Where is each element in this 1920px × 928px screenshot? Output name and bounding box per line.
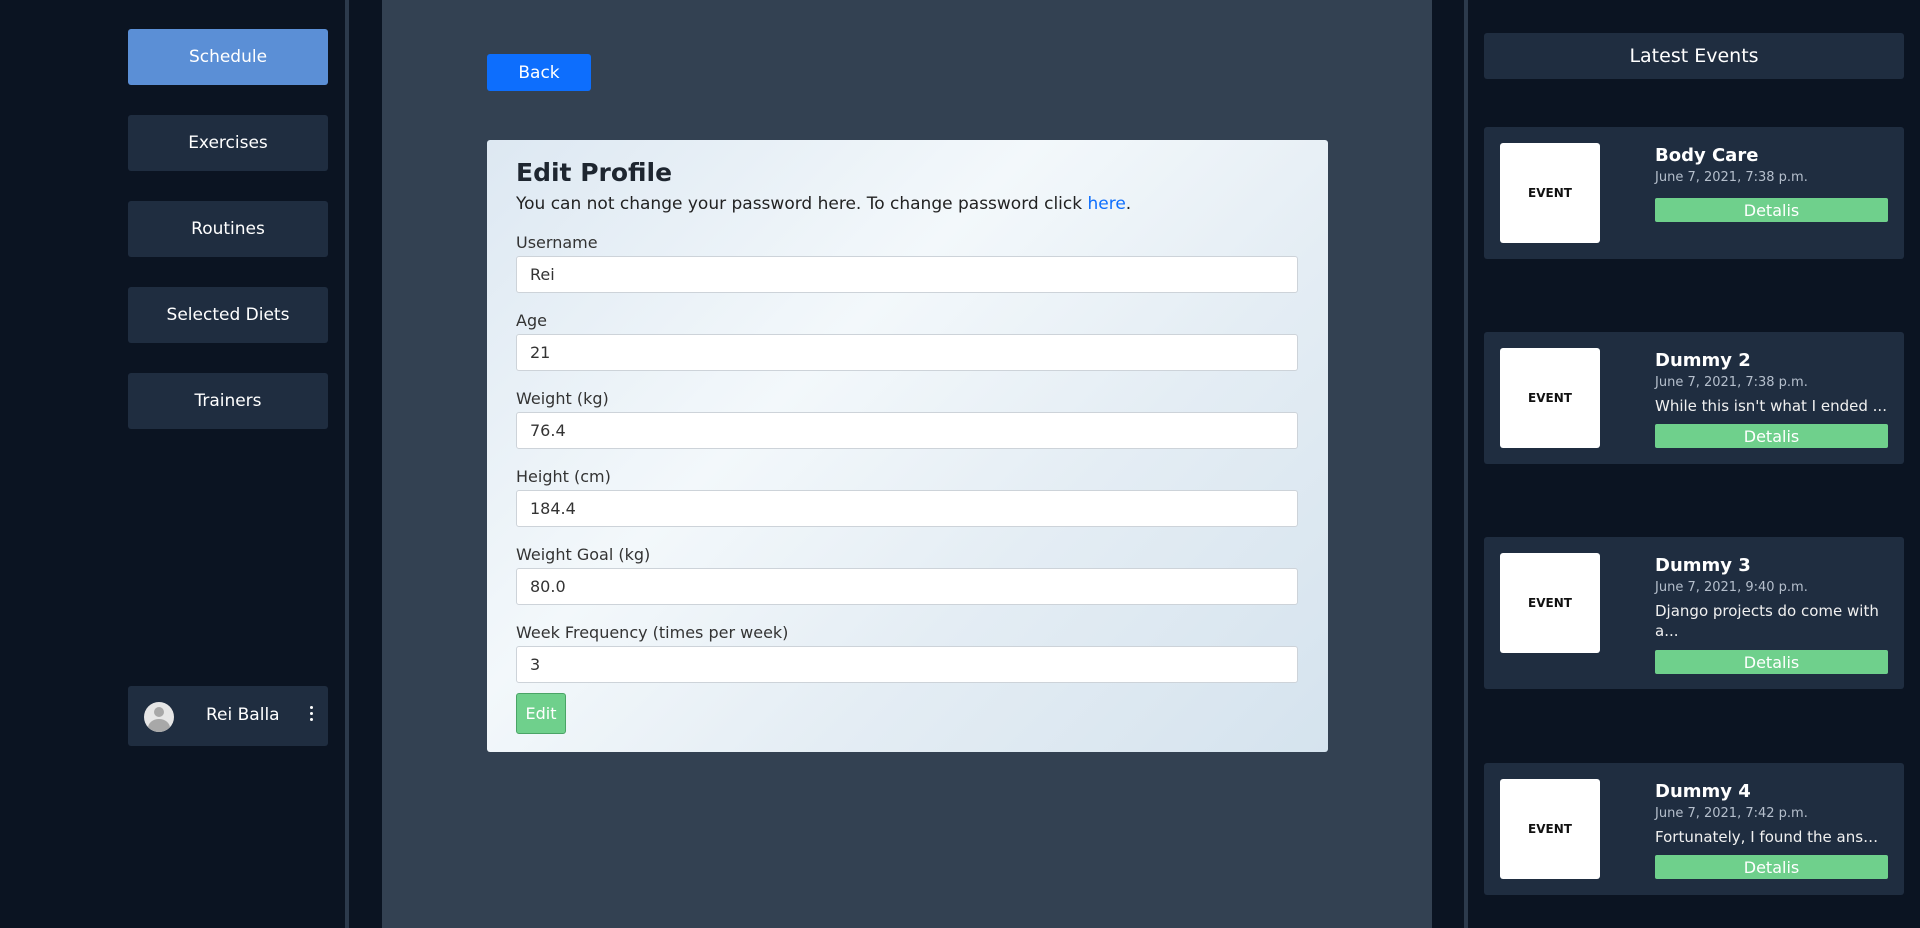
edit-profile-card: Edit Profile You can not change your pas… xyxy=(487,140,1328,752)
back-button[interactable]: Back xyxy=(487,54,591,91)
weight-goal-label: Weight Goal (kg) xyxy=(516,545,651,564)
event-details-button[interactable]: Detalis xyxy=(1655,855,1888,879)
event-description: Fortunately, I found the answe... xyxy=(1655,828,1887,846)
event-title: Dummy 3 xyxy=(1655,555,1751,576)
event-thumbnail: EVENT xyxy=(1500,553,1600,653)
height-input[interactable] xyxy=(516,490,1298,527)
password-note: You can not change your password here. T… xyxy=(516,194,1131,214)
event-description: Django projects do come with a... xyxy=(1655,602,1879,640)
weight-input[interactable] xyxy=(516,412,1298,449)
password-note-end: . xyxy=(1125,194,1132,214)
week-frequency-input[interactable] xyxy=(516,646,1298,683)
nav-schedule-button[interactable]: Schedule xyxy=(128,29,328,85)
event-date: June 7, 2021, 7:42 p.m. xyxy=(1655,806,1808,821)
event-details-button[interactable]: Detalis xyxy=(1655,198,1888,222)
user-card: Rei Balla xyxy=(128,686,328,746)
left-divider xyxy=(345,0,349,928)
event-title: Dummy 2 xyxy=(1655,350,1751,371)
username-label: Username xyxy=(516,233,598,252)
event-date: June 7, 2021, 7:38 p.m. xyxy=(1655,375,1808,390)
event-thumbnail: EVENT xyxy=(1500,143,1600,243)
left-sidebar: Schedule Exercises Routines Selected Die… xyxy=(0,0,345,928)
age-input[interactable] xyxy=(516,334,1298,371)
main-content: Back Edit Profile You can not change you… xyxy=(382,0,1432,928)
more-options-icon[interactable] xyxy=(308,706,314,726)
event-card: EVENT Dummy 4 June 7, 2021, 7:42 p.m. Fo… xyxy=(1484,763,1904,895)
user-name: Rei Balla xyxy=(206,705,280,725)
page-title: Edit Profile xyxy=(516,158,673,187)
week-frequency-label: Week Frequency (times per week) xyxy=(516,623,789,642)
event-description: While this isn't what I ended ... xyxy=(1655,397,1887,415)
event-thumbnail: EVENT xyxy=(1500,779,1600,879)
event-card: EVENT Body Care June 7, 2021, 7:38 p.m. … xyxy=(1484,127,1904,259)
nav-selected-diets-button[interactable]: Selected Diets xyxy=(128,287,328,343)
event-card: EVENT Dummy 2 June 7, 2021, 7:38 p.m. Wh… xyxy=(1484,332,1904,464)
event-title: Body Care xyxy=(1655,145,1759,166)
username-input[interactable] xyxy=(516,256,1298,293)
change-password-link[interactable]: here xyxy=(1087,194,1125,214)
height-label: Height (cm) xyxy=(516,467,611,486)
avatar-icon xyxy=(144,702,174,732)
event-details-button[interactable]: Detalis xyxy=(1655,424,1888,448)
password-note-text: You can not change your password here. T… xyxy=(516,194,1088,214)
nav-trainers-button[interactable]: Trainers xyxy=(128,373,328,429)
weight-goal-input[interactable] xyxy=(516,568,1298,605)
nav-exercises-button[interactable]: Exercises xyxy=(128,115,328,171)
edit-button[interactable]: Edit xyxy=(516,693,566,734)
event-card: EVENT Dummy 3 June 7, 2021, 9:40 p.m. Dj… xyxy=(1484,537,1904,689)
event-details-button[interactable]: Detalis xyxy=(1655,650,1888,674)
weight-label: Weight (kg) xyxy=(516,389,609,408)
event-date: June 7, 2021, 9:40 p.m. xyxy=(1655,580,1808,595)
nav-routines-button[interactable]: Routines xyxy=(128,201,328,257)
latest-events-header: Latest Events xyxy=(1484,33,1904,79)
event-date: June 7, 2021, 7:38 p.m. xyxy=(1655,170,1808,185)
age-label: Age xyxy=(516,311,547,330)
event-title: Dummy 4 xyxy=(1655,781,1751,802)
event-thumbnail: EVENT xyxy=(1500,348,1600,448)
